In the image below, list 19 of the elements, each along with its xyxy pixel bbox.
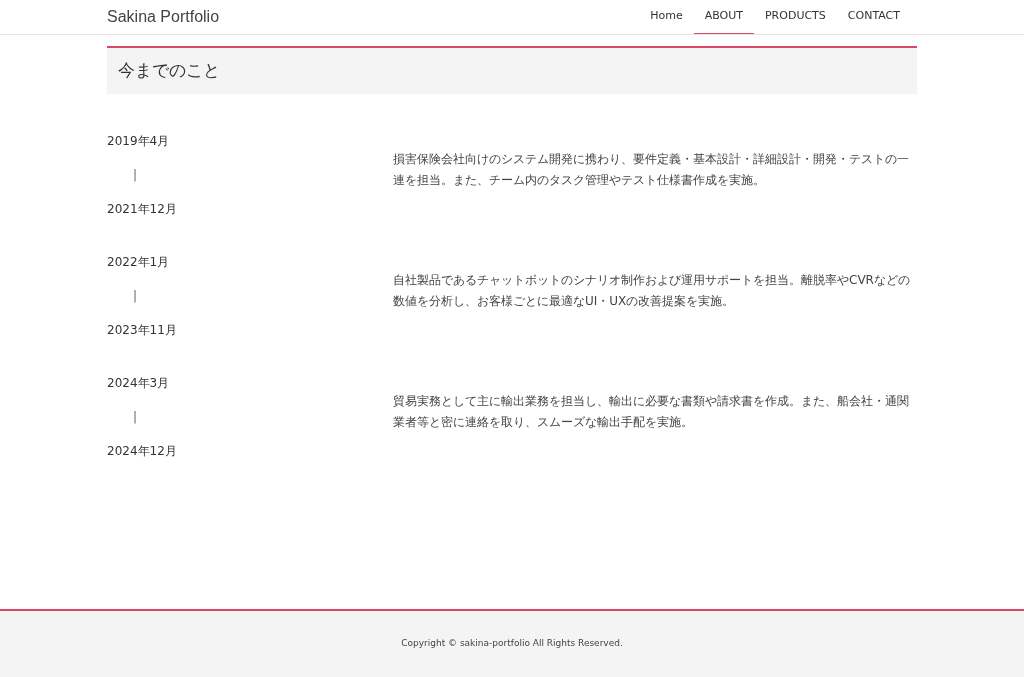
end-date: 2021年12月: [107, 202, 177, 216]
date-separator: |: [133, 289, 138, 303]
start-date: 2019年4月: [107, 134, 170, 148]
start-date: 2024年3月: [107, 376, 170, 390]
job-description: 損害保険会社向けのシステム開発に携わり、要件定義・基本設計・詳細設計・開発・テストの一連を担当。また、チーム内のタスク管理やテスト仕様書作成を実施。: [393, 151, 910, 189]
job-description: 貿易実務として主に輸出業務を担当し、輸出に必要な書類や請求書を作成。また、船会社・通関業者等と密に連絡を取り、スムーズな輸出手配を実施。: [393, 393, 910, 431]
nav-link[interactable]: Home: [639, 0, 694, 34]
end-date: 2023年11月: [107, 323, 177, 337]
nav-link[interactable]: ABOUT: [693, 0, 754, 34]
date-separator: |: [133, 410, 138, 424]
nav-link[interactable]: PRODUCTS: [754, 0, 837, 34]
site-logo[interactable]: Sakina Portfolio: [107, 5, 220, 29]
end-date: 2024年12月: [107, 444, 177, 458]
nav-link[interactable]: CONTACT: [836, 0, 911, 34]
start-date: 2022年1月: [107, 255, 170, 269]
copyright-text: Copyright © sakina-portfolio All Rights Reserved.: [401, 637, 623, 651]
page-heading: 今までのこと: [107, 46, 917, 94]
date-separator: |: [133, 168, 138, 182]
job-description: 自社製品であるチャットボットのシナリオ制作および運用サポートを担当。離脱率やCVRなどの数値を分析し、お客様ごとに最適なUI・UXの改善提案を実施。: [393, 272, 911, 310]
